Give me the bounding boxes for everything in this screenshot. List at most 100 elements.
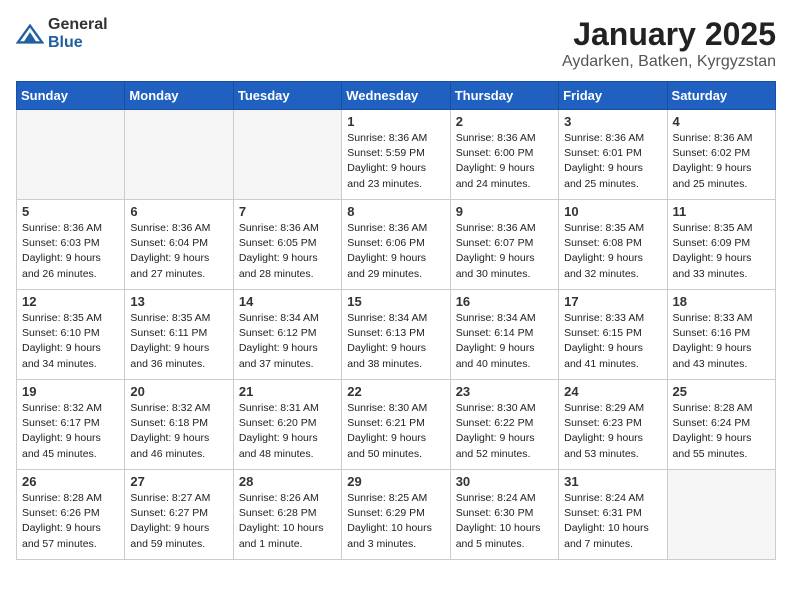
day-number: 1: [347, 114, 444, 129]
logo: General Blue: [16, 16, 108, 51]
week-row-1: 1 Sunrise: 8:36 AM Sunset: 5:59 PM Daylig…: [17, 110, 776, 200]
day-number: 29: [347, 474, 444, 489]
day-info: Sunrise: 8:26 AM Sunset: 6:28 PM Dayligh…: [239, 491, 336, 552]
calendar-cell: 27Sunrise: 8:27 AM Sunset: 6:27 PM Dayli…: [125, 470, 233, 560]
calendar-cell: 7 Sunrise: 8:36 AM Sunset: 6:05 PM Daylig…: [233, 200, 341, 290]
day-info: Sunrise: 8:35 AM Sunset: 6:11 PM Dayligh…: [130, 311, 227, 372]
calendar-cell: 29 Sunrise: 8:25 AM Sunset: 6:29 PM Dayli…: [342, 470, 450, 560]
calendar-cell: 9Sunrise: 8:36 AM Sunset: 6:07 PM Daylig…: [450, 200, 558, 290]
title-block: January 2025 Aydarken, Batken, Kyrgyzsta…: [562, 16, 776, 71]
weekday-header-monday: Monday: [125, 82, 233, 110]
day-info: Sunrise: 8:35 AM Sunset: 6:09 PM Dayligh…: [673, 221, 770, 282]
calendar-cell: 16 Sunrise: 8:34 AM Sunset: 6:14 PM Dayli…: [450, 290, 558, 380]
day-info: Sunrise: 8:32 AM Sunset: 6:17 PM Dayligh…: [22, 401, 119, 462]
day-number: 7: [239, 204, 336, 219]
day-number: 14: [239, 294, 336, 309]
day-number: 28: [239, 474, 336, 489]
calendar-cell: 15Sunrise: 8:34 AM Sunset: 6:13 PM Dayli…: [342, 290, 450, 380]
month-title: January 2025: [562, 16, 776, 53]
calendar-cell: 10Sunrise: 8:35 AM Sunset: 6:08 PM Dayli…: [559, 200, 667, 290]
day-number: 27: [130, 474, 227, 489]
day-number: 15: [347, 294, 444, 309]
calendar-cell: 25 Sunrise: 8:28 AM Sunset: 6:24 PM Dayli…: [667, 380, 775, 470]
calendar-cell: 2 Sunrise: 8:36 AM Sunset: 6:00 PM Daylig…: [450, 110, 558, 200]
day-info: Sunrise: 8:30 AM Sunset: 6:22 PM Dayligh…: [456, 401, 553, 462]
calendar-cell: 22 Sunrise: 8:30 AM Sunset: 6:21 PM Dayli…: [342, 380, 450, 470]
calendar-cell: 12Sunrise: 8:35 AM Sunset: 6:10 PM Dayli…: [17, 290, 125, 380]
logo-blue-text: Blue: [48, 34, 108, 52]
day-number: 30: [456, 474, 553, 489]
day-number: 16: [456, 294, 553, 309]
day-number: 5: [22, 204, 119, 219]
calendar-table: SundayMondayTuesdayWednesdayThursdayFrid…: [16, 81, 776, 560]
location-title: Aydarken, Batken, Kyrgyzstan: [562, 53, 776, 71]
week-row-2: 5 Sunrise: 8:36 AM Sunset: 6:03 PM Daylig…: [17, 200, 776, 290]
day-number: 20: [130, 384, 227, 399]
week-row-4: 19 Sunrise: 8:32 AM Sunset: 6:17 PM Dayli…: [17, 380, 776, 470]
day-number: 26: [22, 474, 119, 489]
calendar-cell: 14 Sunrise: 8:34 AM Sunset: 6:12 PM Dayli…: [233, 290, 341, 380]
day-number: 21: [239, 384, 336, 399]
day-info: Sunrise: 8:36 AM Sunset: 6:04 PM Dayligh…: [130, 221, 227, 282]
day-number: 2: [456, 114, 553, 129]
day-info: Sunrise: 8:35 AM Sunset: 6:08 PM Dayligh…: [564, 221, 661, 282]
day-info: Sunrise: 8:34 AM Sunset: 6:14 PM Dayligh…: [456, 311, 553, 372]
day-info: Sunrise: 8:36 AM Sunset: 6:05 PM Dayligh…: [239, 221, 336, 282]
day-info: Sunrise: 8:33 AM Sunset: 6:16 PM Dayligh…: [673, 311, 770, 372]
calendar-cell: 18 Sunrise: 8:33 AM Sunset: 6:16 PM Dayli…: [667, 290, 775, 380]
logo-text: General Blue: [48, 16, 108, 51]
calendar-cell: [125, 110, 233, 200]
calendar-cell: 20 Sunrise: 8:32 AM Sunset: 6:18 PM Dayli…: [125, 380, 233, 470]
day-number: 18: [673, 294, 770, 309]
day-number: 24: [564, 384, 661, 399]
weekday-header-friday: Friday: [559, 82, 667, 110]
calendar-cell: [667, 470, 775, 560]
day-number: 31: [564, 474, 661, 489]
weekday-header-wednesday: Wednesday: [342, 82, 450, 110]
weekday-header-thursday: Thursday: [450, 82, 558, 110]
day-info: Sunrise: 8:36 AM Sunset: 6:06 PM Dayligh…: [347, 221, 444, 282]
week-row-5: 26 Sunrise: 8:28 AM Sunset: 6:26 PM Dayli…: [17, 470, 776, 560]
day-info: Sunrise: 8:25 AM Sunset: 6:29 PM Dayligh…: [347, 491, 444, 552]
day-info: Sunrise: 8:36 AM Sunset: 6:03 PM Dayligh…: [22, 221, 119, 282]
weekday-header-tuesday: Tuesday: [233, 82, 341, 110]
day-info: Sunrise: 8:24 AM Sunset: 6:30 PM Dayligh…: [456, 491, 553, 552]
day-info: Sunrise: 8:31 AM Sunset: 6:20 PM Dayligh…: [239, 401, 336, 462]
day-number: 19: [22, 384, 119, 399]
day-number: 4: [673, 114, 770, 129]
day-number: 13: [130, 294, 227, 309]
calendar-cell: 28 Sunrise: 8:26 AM Sunset: 6:28 PM Dayli…: [233, 470, 341, 560]
day-info: Sunrise: 8:36 AM Sunset: 5:59 PM Dayligh…: [347, 131, 444, 192]
day-info: Sunrise: 8:30 AM Sunset: 6:21 PM Dayligh…: [347, 401, 444, 462]
weekday-header-sunday: Sunday: [17, 82, 125, 110]
day-number: 23: [456, 384, 553, 399]
day-number: 3: [564, 114, 661, 129]
day-number: 8: [347, 204, 444, 219]
calendar-cell: 17 Sunrise: 8:33 AM Sunset: 6:15 PM Dayli…: [559, 290, 667, 380]
calendar-cell: 30 Sunrise: 8:24 AM Sunset: 6:30 PM Dayli…: [450, 470, 558, 560]
calendar-cell: 24 Sunrise: 8:29 AM Sunset: 6:23 PM Dayli…: [559, 380, 667, 470]
calendar-cell: 19 Sunrise: 8:32 AM Sunset: 6:17 PM Dayli…: [17, 380, 125, 470]
day-info: Sunrise: 8:28 AM Sunset: 6:26 PM Dayligh…: [22, 491, 119, 552]
day-number: 11: [673, 204, 770, 219]
day-info: Sunrise: 8:35 AM Sunset: 6:10 PM Dayligh…: [22, 311, 119, 372]
day-info: Sunrise: 8:29 AM Sunset: 6:23 PM Dayligh…: [564, 401, 661, 462]
calendar-cell: 23 Sunrise: 8:30 AM Sunset: 6:22 PM Dayli…: [450, 380, 558, 470]
logo-general-text: General: [48, 16, 108, 34]
day-info: Sunrise: 8:32 AM Sunset: 6:18 PM Dayligh…: [130, 401, 227, 462]
calendar-cell: 21 Sunrise: 8:31 AM Sunset: 6:20 PM Dayli…: [233, 380, 341, 470]
day-info: Sunrise: 8:36 AM Sunset: 6:00 PM Dayligh…: [456, 131, 553, 192]
calendar-cell: 26 Sunrise: 8:28 AM Sunset: 6:26 PM Dayli…: [17, 470, 125, 560]
calendar-cell: 13 Sunrise: 8:35 AM Sunset: 6:11 PM Dayli…: [125, 290, 233, 380]
day-number: 25: [673, 384, 770, 399]
day-number: 17: [564, 294, 661, 309]
day-info: Sunrise: 8:34 AM Sunset: 6:12 PM Dayligh…: [239, 311, 336, 372]
logo-icon: [16, 20, 44, 48]
day-info: Sunrise: 8:28 AM Sunset: 6:24 PM Dayligh…: [673, 401, 770, 462]
week-row-3: 12Sunrise: 8:35 AM Sunset: 6:10 PM Dayli…: [17, 290, 776, 380]
day-number: 22: [347, 384, 444, 399]
day-info: Sunrise: 8:33 AM Sunset: 6:15 PM Dayligh…: [564, 311, 661, 372]
calendar-cell: 8 Sunrise: 8:36 AM Sunset: 6:06 PM Daylig…: [342, 200, 450, 290]
calendar-cell: 1 Sunrise: 8:36 AM Sunset: 5:59 PM Daylig…: [342, 110, 450, 200]
day-number: 9: [456, 204, 553, 219]
